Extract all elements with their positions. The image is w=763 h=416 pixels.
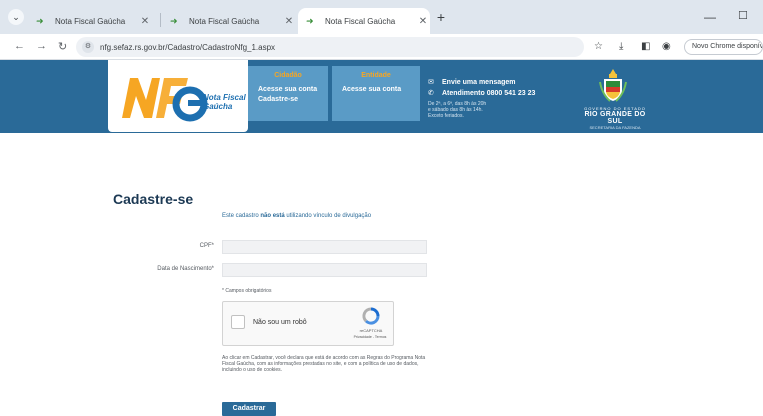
phone-line: ✆ Atendimento 0800 541 23 23 — [428, 88, 535, 99]
forward-icon[interactable]: → — [36, 40, 47, 52]
recaptcha-checkbox[interactable] — [231, 315, 245, 329]
tab-close-icon[interactable]: ✕ — [416, 16, 430, 27]
cpf-label: CPF* — [199, 243, 214, 249]
entidade-login-link[interactable]: Acesse sua conta — [332, 85, 420, 95]
logo-line-1: Nota Fiscal — [203, 93, 246, 102]
recaptcha-widget: Não sou um robô reCAPTCHA Privacidade - … — [222, 301, 394, 346]
consent-text: Ao clicar em Cadastrar, você declara que… — [222, 355, 426, 373]
site-info-icon[interactable]: ⚙ — [82, 41, 94, 53]
maximize-icon[interactable]: ☐ — [738, 9, 748, 22]
register-button[interactable]: Cadastrar — [222, 402, 276, 416]
url-text: nfg.sefaz.rs.gov.br/Cadastro/CadastroNfg… — [100, 42, 276, 52]
cpf-input[interactable] — [222, 240, 427, 254]
cidadao-panel: Cidadão Acesse sua conta Cadastre-se — [248, 66, 328, 121]
download-icon[interactable]: ⤓ — [619, 41, 623, 52]
notice-bold: não está — [260, 213, 285, 219]
envelope-icon: ✉ — [428, 79, 434, 86]
cidadao-heading: Cidadão — [274, 72, 302, 79]
recaptcha-logo-icon — [362, 307, 380, 325]
logo-line-2: Gaúcha — [203, 102, 233, 111]
referral-notice: Este cadastro não está utilizando víncul… — [222, 213, 371, 219]
tab-close-icon[interactable]: ✕ — [138, 16, 152, 27]
cidadao-login-link[interactable]: Acesse sua conta — [248, 85, 328, 95]
tab-title: Nota Fiscal Gaúcha — [189, 16, 260, 26]
browser-tab-strip: ⌄ ➜ Nota Fiscal Gaúcha ✕ ➜ Nota Fiscal G… — [0, 0, 763, 34]
tab-search-icon[interactable]: ⌄ — [8, 9, 24, 25]
tab-close-icon[interactable]: ✕ — [282, 16, 296, 27]
tab-title: Nota Fiscal Gaúcha — [55, 16, 126, 26]
bookmark-star-icon[interactable]: ☆ — [594, 41, 603, 52]
message-label: Envie uma mensagem — [442, 79, 516, 86]
site-header: Nota Fiscal Gaúcha Cidadão Acesse sua co… — [0, 60, 763, 133]
gov-line-3: SECRETARIA DA FAZENDA — [589, 125, 641, 130]
gov-line-2: RIO GRANDE DO SUL — [584, 111, 646, 125]
recaptcha-terms-link[interactable]: Privacidade - Termos — [347, 335, 393, 339]
nfg-favicon-icon: ➜ — [306, 18, 314, 24]
entidade-heading: Entidade — [361, 72, 391, 79]
browser-toolbar: ← → ↻ ⚙ nfg.sefaz.rs.gov.br/Cadastro/Cad… — [0, 34, 763, 60]
hours-line-3: Exceto feriados. — [428, 113, 464, 119]
browser-tab-2[interactable]: ➜ Nota Fiscal Gaúcha ✕ — [162, 8, 296, 34]
tab-title: Nota Fiscal Gaúcha — [325, 16, 396, 26]
required-fields-note: * Campos obrigatórios — [222, 288, 272, 294]
tab-divider — [160, 13, 161, 27]
birthdate-label: Data de Nascimento* — [157, 266, 214, 272]
profile-avatar-icon[interactable]: ◉ — [662, 41, 671, 52]
phone-label: Atendimento 0800 541 23 23 — [442, 90, 536, 97]
nfg-favicon-icon: ➜ — [36, 18, 44, 24]
address-bar[interactable]: ⚙ nfg.sefaz.rs.gov.br/Cadastro/CadastroN… — [76, 37, 584, 57]
browser-tab-1[interactable]: ➜ Nota Fiscal Gaúcha ✕ — [28, 8, 152, 34]
back-icon[interactable]: ← — [14, 40, 25, 52]
new-tab-button[interactable]: + — [433, 10, 449, 26]
contact-block: ✉ Envie uma mensagem ✆ Atendimento 0800 … — [428, 77, 535, 119]
sidepanel-icon[interactable]: ◧ — [641, 41, 650, 52]
recaptcha-brand: reCAPTCHA — [359, 328, 383, 333]
logo-wordmark: Nota Fiscal Gaúcha — [200, 93, 246, 111]
message-link[interactable]: ✉ Envie uma mensagem — [428, 77, 535, 88]
browser-tab-3-active[interactable]: ➜ Nota Fiscal Gaúcha ✕ — [298, 8, 430, 34]
notice-prefix: Este cadastro — [222, 213, 261, 219]
update-chrome-button[interactable]: Novo Chrome disponível — [684, 39, 763, 55]
birthdate-input[interactable] — [222, 263, 427, 277]
state-coat-of-arms-icon — [599, 69, 627, 102]
page-title: Cadastre-se — [113, 191, 194, 207]
nfg-logo[interactable]: Nota Fiscal Gaúcha — [108, 60, 248, 132]
government-wordmark[interactable]: GOVERNO DO ESTADO RIO GRANDE DO SUL SECR… — [576, 106, 654, 130]
notice-suffix: utilizando vínculo de divulgação — [284, 213, 372, 219]
minimize-icon[interactable]: — — [704, 10, 716, 24]
entidade-panel: Entidade Acesse sua conta — [332, 66, 420, 121]
phone-icon: ✆ — [428, 90, 434, 97]
nfg-favicon-icon: ➜ — [170, 18, 178, 24]
recaptcha-label: Não sou um robô — [253, 319, 307, 326]
cidadao-register-link[interactable]: Cadastre-se — [248, 95, 328, 105]
reload-icon[interactable]: ↻ — [58, 40, 67, 53]
